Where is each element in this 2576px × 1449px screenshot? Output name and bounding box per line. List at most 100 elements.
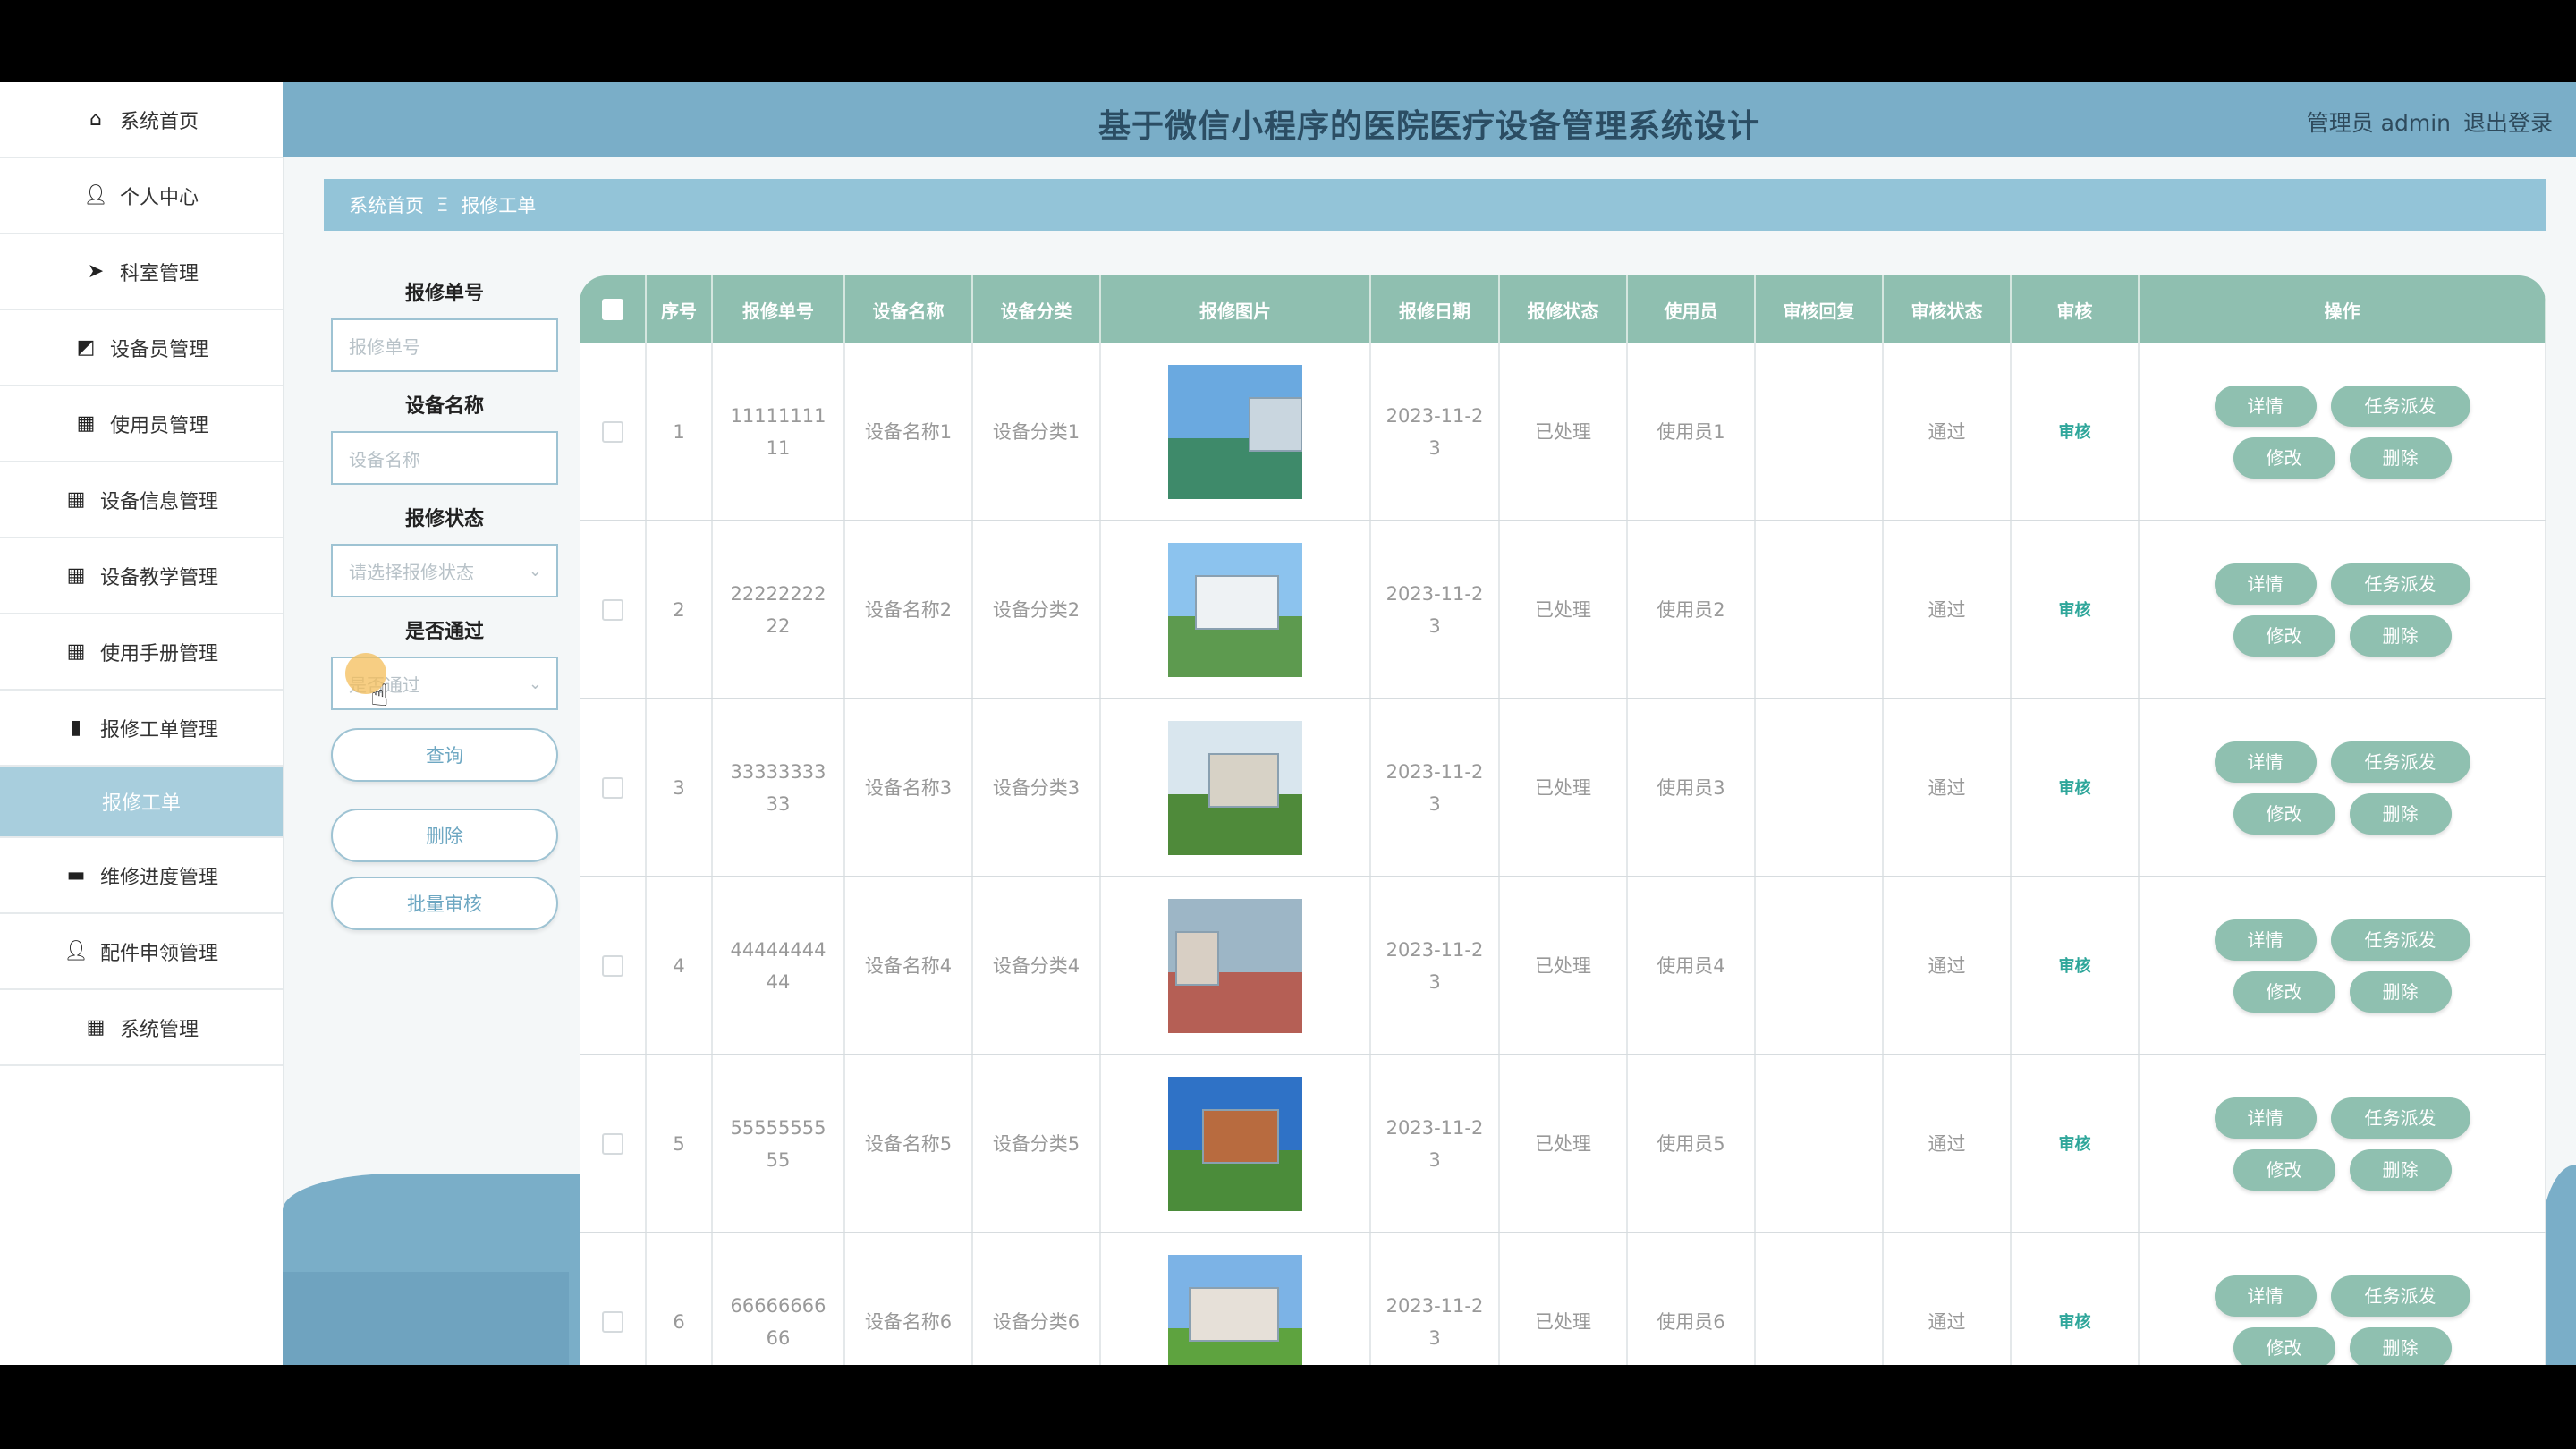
cell-index: 2	[646, 521, 713, 699]
delete-row-button[interactable]: 删除	[2349, 1148, 2452, 1191]
pass-label: 是否通过	[404, 621, 484, 643]
row-checkbox[interactable]	[601, 954, 623, 977]
repair-status-select[interactable]: 请选择报修状态 ⌄	[331, 544, 558, 597]
cell-order-no: 4444444444	[712, 877, 845, 1055]
repair-photo[interactable]	[1168, 364, 1302, 499]
row-checkbox[interactable]	[601, 420, 623, 443]
edit-button[interactable]: 修改	[2233, 792, 2335, 835]
cell-audit: 审核	[2011, 521, 2140, 699]
breadcrumb-home[interactable]: 系统首页	[349, 191, 424, 218]
grid-icon: ▦	[86, 1016, 106, 1038]
dispatch-button[interactable]: 任务派发	[2330, 563, 2470, 605]
sidebar-item-repair-progress[interactable]: ▬ 维修进度管理	[0, 838, 283, 914]
cell-audit-status: 通过	[1883, 877, 2012, 1055]
detail-button[interactable]: 详情	[2214, 919, 2317, 961]
row-checkbox[interactable]	[601, 598, 623, 621]
cell-date: 2023-11-23	[1370, 699, 1500, 877]
audit-link[interactable]: 审核	[2059, 1135, 2091, 1154]
batch-audit-button[interactable]: 批量审核	[331, 877, 558, 930]
delete-row-button[interactable]: 删除	[2349, 792, 2452, 835]
sidebar-item-device-info[interactable]: ▦ 设备信息管理	[0, 462, 283, 538]
row-checkbox[interactable]	[601, 776, 623, 799]
repair-photo[interactable]	[1168, 898, 1302, 1033]
repair-photo[interactable]	[1168, 1076, 1302, 1211]
delete-row-button[interactable]: 删除	[2349, 436, 2452, 479]
delete-row-button[interactable]: 删除	[2349, 614, 2452, 657]
sidebar-item-users[interactable]: ▦ 使用员管理	[0, 386, 283, 462]
decorative-wave	[283, 1272, 569, 1365]
order-no-input[interactable]: 报修单号	[331, 318, 558, 372]
cell-audit: 审核	[2011, 343, 2140, 521]
sidebar-item-parts[interactable]: 👤︎ 配件申领管理	[0, 914, 283, 990]
sidebar-item-home[interactable]: ⌂ 系统首页	[0, 82, 283, 158]
sidebar-item-label: 维修进度管理	[99, 866, 218, 889]
detail-button[interactable]: 详情	[2214, 563, 2317, 605]
cell-device-name: 设备名称3	[844, 699, 973, 877]
sidebar-item-profile[interactable]: 👤︎ 个人中心	[0, 158, 283, 234]
audit-link[interactable]: 审核	[2059, 957, 2091, 976]
cell-index: 4	[646, 877, 713, 1055]
column-header: 序号	[646, 275, 713, 343]
cell-image	[1100, 1233, 1371, 1365]
cell-reply	[1755, 343, 1884, 521]
sidebar-item-manual[interactable]: ▦ 使用手册管理	[0, 614, 283, 691]
select-all-checkbox[interactable]	[601, 299, 623, 320]
edit-button[interactable]: 修改	[2233, 614, 2335, 657]
detail-button[interactable]: 详情	[2214, 1097, 2317, 1139]
dispatch-button[interactable]: 任务派发	[2330, 919, 2470, 961]
sidebar-item-system[interactable]: ▦ 系统管理	[0, 990, 283, 1066]
cell-user: 使用员6	[1627, 1233, 1756, 1365]
delete-row-button[interactable]: 删除	[2349, 970, 2452, 1013]
dispatch-button[interactable]: 任务派发	[2330, 741, 2470, 783]
sidebar-item-label: 系统管理	[119, 1018, 199, 1041]
edit-button[interactable]: 修改	[2233, 1326, 2335, 1365]
cell-reply	[1755, 521, 1884, 699]
sidebar-item-device-teaching[interactable]: ▦ 设备教学管理	[0, 538, 283, 614]
sidebar-item-label: 配件申领管理	[99, 942, 218, 965]
cell-date: 2023-11-23	[1370, 343, 1500, 521]
user-icon: 👤︎	[64, 940, 89, 962]
audit-link[interactable]: 审核	[2059, 423, 2091, 442]
cell-status: 已处理	[1499, 1055, 1628, 1233]
dispatch-button[interactable]: 任务派发	[2330, 1275, 2470, 1317]
delete-button[interactable]: 删除	[331, 809, 558, 862]
row-checkbox[interactable]	[601, 1132, 623, 1155]
dispatch-button[interactable]: 任务派发	[2330, 1097, 2470, 1139]
repair-photo[interactable]	[1168, 542, 1302, 677]
detail-button[interactable]: 详情	[2214, 1275, 2317, 1317]
cell-date: 2023-11-23	[1370, 1233, 1500, 1365]
edit-button[interactable]: 修改	[2233, 1148, 2335, 1191]
sidebar-item-department[interactable]: ➤ 科室管理	[0, 234, 283, 310]
data-table-container: 序号 报修单号 设备名称 设备分类 报修图片 报修日期 报修状态 使用员 审核回…	[580, 275, 2546, 1365]
dispatch-button[interactable]: 任务派发	[2330, 385, 2470, 427]
cell-image	[1100, 699, 1371, 877]
device-name-input[interactable]: 设备名称	[331, 431, 558, 485]
edit-button[interactable]: 修改	[2233, 970, 2335, 1013]
cell-reply	[1755, 1233, 1884, 1365]
edit-button[interactable]: 修改	[2233, 436, 2335, 479]
audit-link[interactable]: 审核	[2059, 1313, 2091, 1332]
delete-row-button[interactable]: 删除	[2349, 1326, 2452, 1365]
grid-icon: ▦	[76, 412, 96, 435]
cell-order-no: 6666666666	[712, 1233, 845, 1365]
page-title: 基于微信小程序的医院医疗设备管理系统设计	[1097, 108, 1760, 145]
sidebar-subitem-repair-order[interactable]: 报修工单	[0, 767, 283, 838]
detail-button[interactable]: 详情	[2214, 385, 2317, 427]
cell-image	[1100, 877, 1371, 1055]
repair-photo[interactable]	[1168, 1254, 1302, 1365]
cell-image	[1100, 521, 1371, 699]
row-checkbox[interactable]	[601, 1310, 623, 1333]
sidebar-item-device-staff[interactable]: ◩ 设备员管理	[0, 310, 283, 386]
query-button[interactable]: 查询	[331, 728, 558, 782]
cell-order-no: 1111111111	[712, 343, 845, 521]
sidebar-item-label: 使用手册管理	[99, 642, 218, 665]
audit-link[interactable]: 审核	[2059, 779, 2091, 798]
table-row: 4 4444444444 设备名称4 设备分类4 2023-11-23 已处理 …	[580, 877, 2546, 1055]
logout-link[interactable]: 退出登录	[2463, 106, 2553, 138]
cell-category: 设备分类1	[972, 343, 1101, 521]
repair-photo[interactable]	[1168, 720, 1302, 855]
audit-link[interactable]: 审核	[2059, 601, 2091, 620]
detail-button[interactable]: 详情	[2214, 741, 2317, 783]
cell-audit: 审核	[2011, 699, 2140, 877]
sidebar-item-repair-orders[interactable]: ▮ 报修工单管理	[0, 691, 283, 767]
